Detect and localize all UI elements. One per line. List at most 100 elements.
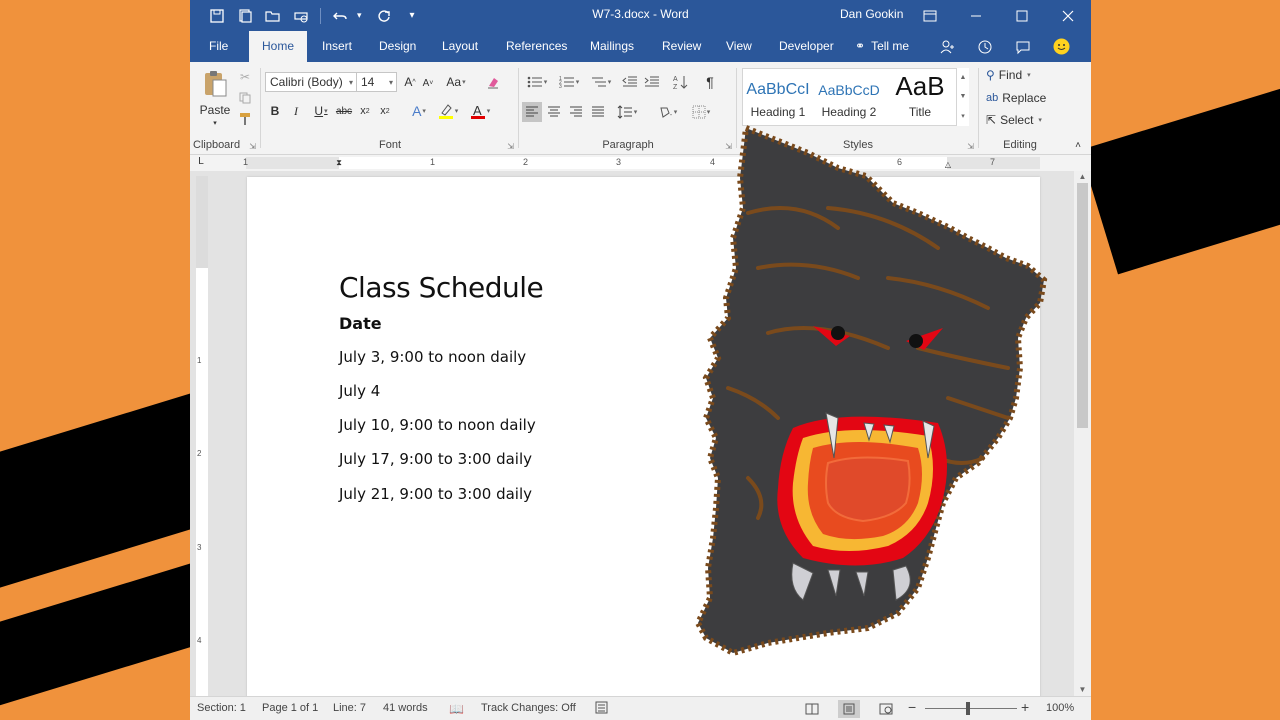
line-spacing-icon[interactable]: ▾	[612, 102, 642, 122]
smiley-feedback-icon[interactable]	[1042, 38, 1080, 55]
schedule-line[interactable]: July 4	[339, 382, 380, 400]
web-layout-icon[interactable]	[875, 700, 897, 718]
justify-icon[interactable]	[588, 102, 608, 122]
proofing-icon[interactable]: 📖	[449, 702, 464, 716]
italic-icon[interactable]: I	[287, 102, 305, 120]
shrink-font-icon[interactable]: A ˅	[420, 75, 436, 91]
zoom-out-icon[interactable]: −	[908, 699, 916, 715]
document-heading[interactable]: Class Schedule	[339, 271, 544, 304]
status-page[interactable]: Page 1 of 1	[262, 702, 318, 714]
clear-formatting-icon[interactable]	[484, 73, 502, 91]
find-button[interactable]: ⚲ Find ▾	[986, 68, 1031, 82]
paste-icon[interactable]	[200, 68, 230, 100]
tab-insert[interactable]: Insert	[309, 31, 365, 62]
shading-icon[interactable]: ▾	[652, 102, 682, 122]
zoom-slider-knob[interactable]	[966, 702, 970, 715]
decrease-indent-icon[interactable]	[620, 73, 640, 91]
close-icon[interactable]	[1045, 0, 1091, 31]
align-right-icon[interactable]	[566, 102, 586, 122]
share-icon[interactable]	[928, 39, 966, 55]
chevron-down-icon: ▾	[348, 77, 353, 87]
change-case-icon[interactable]: Aa ▾	[442, 73, 470, 91]
clipboard-launcher-icon[interactable]: ⇲	[249, 142, 256, 151]
paste-button[interactable]: Paste	[196, 102, 234, 118]
gorilla-monster-picture[interactable]	[688, 118, 1058, 658]
status-track-changes[interactable]: Track Changes: Off	[481, 702, 576, 714]
maximize-icon[interactable]	[999, 0, 1045, 31]
bold-icon[interactable]: B	[266, 102, 284, 120]
status-section[interactable]: Section: 1	[197, 702, 246, 714]
multilevel-list-icon[interactable]: ▾	[586, 73, 616, 91]
vruler-number: 1	[197, 356, 202, 365]
tab-design[interactable]: Design	[366, 31, 429, 62]
zoom-level[interactable]: 100%	[1046, 702, 1074, 714]
increase-indent-icon[interactable]	[642, 73, 662, 91]
sort-icon[interactable]: AZ	[670, 73, 690, 91]
schedule-line[interactable]: July 21, 9:00 to 3:00 daily	[339, 485, 532, 503]
find-label: Find	[998, 68, 1023, 82]
clipboard-group: Paste ▾ ✂ Clipboard ⇲	[190, 62, 260, 155]
tab-mailings[interactable]: Mailings	[577, 31, 647, 62]
scroll-thumb[interactable]	[1077, 183, 1088, 428]
numbering-icon[interactable]: 1 2 3 ▾	[554, 73, 584, 91]
text-effects-icon[interactable]: A ▾	[406, 102, 432, 120]
collapse-ribbon-icon[interactable]: ˄	[1071, 138, 1085, 152]
copy-icon[interactable]	[236, 89, 254, 107]
cut-icon[interactable]: ✂	[236, 68, 254, 86]
bullets-icon[interactable]: ▾	[522, 73, 552, 91]
font-launcher-icon[interactable]: ⇲	[507, 142, 514, 151]
tab-view[interactable]: View	[713, 31, 765, 62]
document-subheading[interactable]: Date	[339, 314, 382, 333]
zoom-in-icon[interactable]: +	[1021, 699, 1029, 715]
grow-font-icon[interactable]: A ^	[402, 73, 418, 91]
history-icon[interactable]	[966, 39, 1004, 55]
tab-home[interactable]: Home	[249, 31, 308, 62]
font-size-dropdown[interactable]: 14 ▾	[356, 72, 397, 92]
font-color-icon[interactable]: A ▾	[466, 102, 494, 120]
tab-developer[interactable]: Developer	[766, 31, 847, 62]
minimize-icon[interactable]	[953, 0, 999, 31]
macro-record-icon[interactable]	[595, 701, 608, 717]
paste-dropdown-icon[interactable]: ▾	[196, 118, 234, 128]
vertical-scrollbar[interactable]: ▲ ▼	[1074, 171, 1091, 696]
underline-icon[interactable]: U ▾	[308, 102, 334, 120]
schedule-line[interactable]: July 3, 9:00 to noon daily	[339, 348, 526, 366]
scroll-up-icon[interactable]: ▲	[1074, 171, 1091, 183]
print-layout-icon[interactable]	[838, 700, 860, 718]
tab-selector-icon[interactable]: L	[194, 156, 208, 170]
schedule-line[interactable]: July 17, 9:00 to 3:00 daily	[339, 450, 532, 468]
tab-review[interactable]: Review	[649, 31, 714, 62]
strikethrough-icon[interactable]: abc	[334, 102, 354, 120]
replace-button[interactable]: ab Replace	[986, 91, 1046, 105]
tell-me-search[interactable]: ⚭ Tell me	[842, 31, 922, 62]
user-name[interactable]: Dan Gookin	[840, 7, 903, 21]
replace-label: Replace	[1002, 91, 1047, 105]
zoom-slider-track[interactable]	[925, 708, 1017, 709]
subscript-icon[interactable]: x2	[356, 102, 374, 120]
align-left-icon[interactable]	[522, 102, 542, 122]
schedule-line[interactable]: July 10, 9:00 to noon daily	[339, 416, 536, 434]
scroll-down-icon[interactable]: ▼	[1074, 684, 1091, 696]
left-indent-marker[interactable]: ⧗	[334, 157, 344, 169]
comments-icon[interactable]	[1004, 39, 1042, 55]
tab-references[interactable]: References	[493, 31, 580, 62]
tab-layout[interactable]: Layout	[429, 31, 491, 62]
status-line[interactable]: Line: 7	[333, 702, 366, 714]
status-words[interactable]: 41 words	[383, 702, 428, 714]
word-window: ▾ ▾ W7-3.docx - Word Dan Gookin File Hom…	[190, 0, 1091, 720]
highlight-color-icon[interactable]: ▾	[434, 102, 462, 120]
show-formatting-marks-icon[interactable]: ¶	[700, 73, 720, 91]
font-name-dropdown[interactable]: Calibri (Body) ▾	[265, 72, 357, 92]
tab-file[interactable]: File	[196, 31, 241, 62]
ribbon-display-options-icon[interactable]	[907, 0, 953, 31]
read-mode-icon[interactable]	[801, 700, 823, 718]
superscript-icon[interactable]: x2	[376, 102, 394, 120]
align-center-icon[interactable]	[544, 102, 564, 122]
vertical-ruler[interactable]: 1 2 3 4	[196, 176, 208, 696]
tell-me-label: Tell me	[871, 39, 910, 53]
font-name-value: Calibri (Body)	[270, 75, 343, 89]
title-bar: ▾ ▾ W7-3.docx - Word Dan Gookin	[190, 0, 1091, 31]
tab-right-icons	[928, 31, 1080, 62]
lightbulb-icon: ⚭	[855, 39, 866, 53]
format-painter-icon[interactable]	[236, 110, 254, 128]
